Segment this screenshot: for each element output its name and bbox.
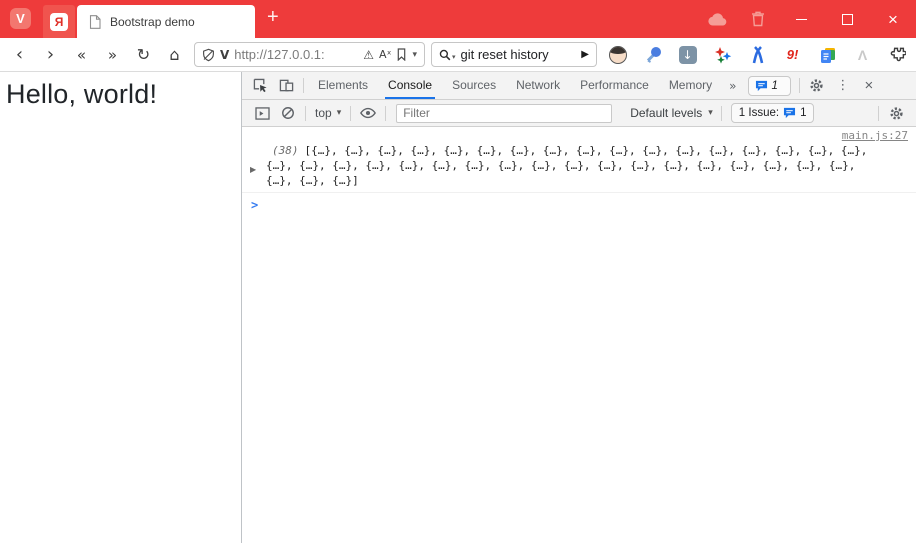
more-tabs-icon[interactable]: » (722, 79, 743, 93)
vivaldi-logo-icon[interactable]: V (10, 8, 31, 29)
issues-count: 1 (800, 107, 807, 119)
search-engine-caret-icon: ▾ (452, 52, 456, 61)
log-line: (38) [{…}, {…}, {…}, {…}, {…}, {…}, {…}, … (272, 144, 868, 157)
sync-cloud-icon[interactable] (698, 0, 738, 38)
separator (350, 105, 352, 121)
bookmark-icon[interactable] (396, 48, 407, 61)
address-bar[interactable]: V http://127.0.0.1: ⚠ Aˣ ▾ (194, 42, 425, 67)
inspect-element-icon[interactable] (247, 72, 273, 99)
home-button[interactable]: ⌂ (159, 45, 190, 64)
separator (385, 105, 387, 121)
trash-icon[interactable] (738, 0, 778, 38)
yandex-icon: Я (50, 12, 68, 31)
tab-console[interactable]: Console (378, 72, 442, 99)
tab-title: Bootstrap demo (110, 14, 195, 29)
console-prompt[interactable]: > (242, 193, 916, 212)
v-source-icon: V (220, 47, 230, 62)
clear-console-icon[interactable] (275, 100, 301, 127)
shield-blocker-icon[interactable] (202, 48, 215, 62)
address-dropdown-icon[interactable]: ▾ (412, 50, 417, 60)
maximize-button[interactable] (824, 0, 870, 38)
rewind-button[interactable]: « (66, 46, 97, 64)
devtools-tabbar: Elements Console Sources Network Perform… (242, 72, 916, 100)
log-line: {…}, {…}, {…}, {…}, {…}, {…}, {…}, {…}, … (266, 159, 856, 172)
search-icon[interactable]: ▾ (439, 49, 456, 61)
minimize-button[interactable] (778, 0, 824, 38)
translate-icon[interactable]: Aˣ (379, 48, 391, 61)
page-heading: Hello, world! (6, 79, 158, 109)
close-devtools-icon[interactable]: × (856, 72, 882, 99)
extension-lambda-icon[interactable]: Λ (853, 45, 872, 64)
url-text[interactable]: http://127.0.0.1: (234, 47, 358, 62)
content-area: Hello, world! Elements Console Sources N… (0, 72, 916, 543)
chevron-down-icon: ▾ (336, 108, 342, 118)
issues-label: 1 Issue: (738, 107, 780, 119)
console-toolbar: top ▾ Default levels ▾ 1 Issue: 1 (242, 100, 916, 127)
filter-input[interactable] (396, 103, 613, 123)
issue-bubble-icon (755, 80, 767, 91)
browser-window: V Я Bootstrap demo + × ‹ › « » ↻ ⌂ V htt… (0, 0, 916, 543)
tab-sources[interactable]: Sources (442, 72, 506, 99)
levels-label: Default levels (630, 106, 703, 120)
issue-bubble-icon (784, 107, 796, 119)
extension-red-badge-icon[interactable]: 9! (783, 45, 802, 64)
extensions-area: ↓ 9! Λ (608, 45, 907, 64)
separator (305, 105, 306, 121)
separator (798, 78, 800, 93)
console-log-entry[interactable]: main.js:27 ▶ (38) [{…}, {…}, {…}, {…}, {…… (242, 127, 916, 193)
separator (720, 105, 722, 121)
devtools-panel: Elements Console Sources Network Perform… (242, 72, 916, 543)
context-label: top (315, 106, 332, 120)
search-bar[interactable]: ▾ ▶ (431, 42, 597, 67)
navigation-toolbar: ‹ › « » ↻ ⌂ V http://127.0.0.1: ⚠ Aˣ ▾ ▾… (0, 38, 916, 72)
execution-context-selector[interactable]: top ▾ (310, 106, 346, 120)
log-levels-dropdown[interactable]: Default levels ▾ (626, 106, 717, 120)
source-link[interactable]: main.js:27 (266, 129, 908, 143)
close-window-button[interactable]: × (870, 0, 916, 38)
warning-icon[interactable]: ⚠ (363, 48, 374, 62)
back-button[interactable]: ‹ (4, 44, 35, 65)
live-expression-eye-icon[interactable] (355, 100, 381, 127)
extension-stars-icon[interactable] (713, 45, 732, 64)
console-settings-gear-icon[interactable] (883, 100, 909, 127)
more-menu-icon[interactable]: ⋮ (830, 72, 856, 99)
tab-elements[interactable]: Elements (308, 72, 378, 99)
extension-key-icon[interactable] (643, 45, 662, 64)
tab-memory[interactable]: Memory (659, 72, 722, 99)
reload-button[interactable]: ↻ (128, 45, 159, 64)
device-toolbar-icon[interactable] (273, 72, 299, 99)
title-bar: V Я Bootstrap demo + × (0, 0, 916, 38)
tab-performance[interactable]: Performance (570, 72, 659, 99)
new-tab-button[interactable]: + (267, 7, 279, 27)
settings-gear-icon[interactable] (804, 72, 830, 99)
chevron-down-icon: ▾ (708, 108, 713, 118)
array-length: (38) (272, 144, 299, 157)
extension-panda-icon[interactable] (608, 45, 627, 64)
extension-ribbon-icon[interactable] (748, 45, 767, 64)
extensions-puzzle-icon[interactable] (888, 45, 907, 64)
tab-bootstrap-demo[interactable]: Bootstrap demo (77, 5, 255, 38)
console-sidebar-icon[interactable] (249, 100, 275, 127)
extension-download-icon[interactable]: ↓ (678, 45, 697, 64)
search-go-icon[interactable]: ▶ (581, 49, 589, 60)
fast-forward-button[interactable]: » (97, 46, 128, 64)
web-page: Hello, world! (0, 72, 242, 543)
log-line: {…}, {…}, {…}] (266, 174, 359, 187)
close-icon: × (888, 9, 898, 29)
separator (878, 105, 879, 121)
pinned-tab-yandex[interactable]: Я (43, 5, 75, 38)
console-messages: main.js:27 ▶ (38) [{…}, {…}, {…}, {…}, {…… (242, 127, 916, 543)
extension-docs-icon[interactable] (818, 45, 837, 64)
tab-network[interactable]: Network (506, 72, 570, 99)
issues-counter-button[interactable]: 1 (747, 75, 791, 96)
separator (303, 78, 304, 93)
search-input[interactable] (460, 47, 577, 62)
prompt-chevron-icon: > (251, 198, 259, 212)
page-favicon-icon (89, 14, 101, 29)
issues-count: 1 (771, 79, 778, 92)
expand-arrow-icon[interactable]: ▶ (250, 162, 256, 177)
issues-button[interactable]: 1 Issue: 1 (730, 103, 815, 123)
forward-button[interactable]: › (35, 44, 66, 65)
